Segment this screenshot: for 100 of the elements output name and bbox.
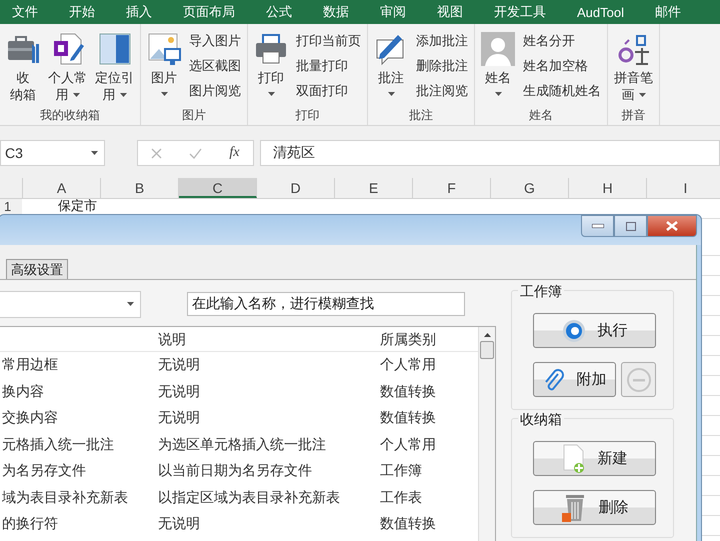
search-field[interactable]: 在此输入名称，进行模糊查找 bbox=[187, 292, 465, 316]
menu-tab[interactable]: 邮件 bbox=[654, 3, 681, 21]
caret-icon bbox=[91, 151, 98, 155]
table-cell-text: 保定市 bbox=[57, 199, 98, 215]
ribbon-button[interactable]: 收 纳箱 bbox=[6, 30, 40, 108]
column-header[interactable]: D bbox=[257, 178, 335, 198]
menu-tab[interactable]: 开发工具 bbox=[494, 3, 546, 21]
table-cell[interactable]: 工作簿 bbox=[374, 462, 422, 480]
insert-function-button[interactable]: fx bbox=[229, 145, 240, 161]
table-cell[interactable]: 以指定区域为表目录补充新表 bbox=[152, 488, 374, 507]
picture-icon bbox=[147, 32, 181, 66]
column-header[interactable]: F bbox=[413, 178, 491, 198]
formula-field[interactable]: 清苑区 bbox=[260, 140, 720, 166]
person-icon bbox=[481, 32, 515, 66]
action-button[interactable]: 删除 bbox=[533, 490, 656, 525]
table-cell[interactable]: 以当前日期为名另存文件 bbox=[152, 462, 374, 480]
ribbon-button[interactable]: 定位引 用 bbox=[95, 30, 134, 108]
printer-icon bbox=[254, 32, 288, 66]
maximize-icon bbox=[626, 222, 636, 230]
minimize-icon bbox=[592, 224, 604, 228]
action-button[interactable]: 执行 bbox=[533, 313, 656, 348]
column-header[interactable]: 所属类别 bbox=[374, 327, 436, 351]
ribbon-command[interactable]: 姓名加空格 bbox=[523, 57, 601, 75]
menu-tab[interactable]: 审阅 bbox=[380, 3, 406, 21]
table-cell[interactable]: 域为表目录补充新表 bbox=[0, 488, 152, 507]
ribbon-command[interactable]: 批量打印 bbox=[296, 57, 361, 75]
column-header[interactable]: 说明 bbox=[152, 327, 374, 351]
menu-tab[interactable]: AudTool bbox=[577, 4, 624, 20]
table-cell[interactable]: 数值转换 bbox=[374, 515, 436, 534]
table-cell[interactable]: 为选区单元格插入统一批注 bbox=[152, 436, 374, 454]
table-cell[interactable]: 无说明 bbox=[152, 382, 374, 401]
ribbon-button[interactable]: 个人常 用 bbox=[48, 30, 87, 108]
ribbon-group-label: 拼音 bbox=[620, 107, 646, 124]
ribbon-button[interactable]: 批注 bbox=[374, 30, 408, 108]
ribbon-command[interactable]: 图片阅览 bbox=[189, 82, 241, 100]
scroll-up-icon[interactable] bbox=[484, 333, 490, 337]
ribbon-command[interactable]: 删除批注 bbox=[416, 57, 468, 75]
action-button[interactable]: 附加 bbox=[533, 362, 616, 397]
table-cell[interactable]: 数值转换 bbox=[374, 409, 436, 428]
ribbon-button[interactable]: 打印 bbox=[254, 30, 288, 108]
pinyin-icon bbox=[616, 32, 650, 66]
menu-tab[interactable]: 数据 bbox=[323, 3, 349, 21]
table-cell[interactable]: 为名另存文件 bbox=[0, 462, 152, 480]
group-title: 收纳箱 bbox=[518, 411, 564, 429]
table-cell[interactable]: 数值转换 bbox=[374, 382, 436, 401]
caret-icon bbox=[494, 92, 502, 96]
name-box[interactable]: C3 bbox=[0, 140, 105, 166]
ribbon-command[interactable]: 选区截图 bbox=[189, 57, 241, 75]
ribbon-group-label: 我的收纳箱 bbox=[39, 107, 101, 124]
column-header[interactable]: H bbox=[569, 178, 647, 198]
table-cell[interactable]: 个人常用 bbox=[374, 436, 436, 454]
column-header[interactable]: G bbox=[491, 178, 569, 198]
table-cell[interactable]: 元格插入统一批注 bbox=[0, 436, 152, 454]
table-cell[interactable]: 的换行符 bbox=[0, 515, 152, 534]
menu-tab[interactable]: 页面布局 bbox=[183, 3, 235, 21]
ribbon-command[interactable]: 导入图片 bbox=[189, 32, 241, 50]
table-cell[interactable]: 换内容 bbox=[0, 382, 152, 401]
menu-tab[interactable]: 视图 bbox=[437, 3, 463, 21]
ribbon-button[interactable]: 图片 bbox=[147, 30, 181, 108]
paperclip-icon bbox=[542, 368, 564, 392]
ribbon-button[interactable]: 拼音笔 画 bbox=[614, 30, 653, 108]
column-header[interactable]: C bbox=[179, 178, 257, 198]
menu-tab[interactable]: 文件 bbox=[12, 3, 38, 21]
new-file-icon bbox=[562, 444, 586, 474]
column-header[interactable]: A bbox=[23, 178, 101, 198]
ribbon-group-label: 图片 bbox=[181, 107, 207, 124]
trash-icon bbox=[560, 492, 586, 522]
ribbon-button[interactable]: 姓名 bbox=[481, 30, 515, 108]
ribbon-command[interactable]: 添加批注 bbox=[416, 32, 468, 50]
ribbon-command[interactable]: 批注阅览 bbox=[416, 82, 468, 100]
action-button[interactable]: 新建 bbox=[533, 441, 656, 476]
caret-icon bbox=[120, 92, 126, 96]
table-cell[interactable]: 无说明 bbox=[152, 515, 374, 534]
menu-tab[interactable]: 开始 bbox=[69, 3, 95, 21]
close-button[interactable] bbox=[647, 215, 697, 237]
table-cell[interactable]: 个人常用 bbox=[374, 356, 436, 374]
menu-tab[interactable]: 插入 bbox=[126, 3, 152, 21]
ribbon-command[interactable]: 打印当前页 bbox=[296, 32, 361, 50]
table-cell[interactable]: 无说明 bbox=[152, 409, 374, 428]
category-dropdown[interactable] bbox=[0, 290, 141, 318]
table-cell[interactable]: 交换内容 bbox=[0, 409, 152, 428]
dialog-tab[interactable]: 高级设置 bbox=[6, 259, 68, 279]
caret-icon bbox=[388, 92, 394, 96]
ribbon-command[interactable]: 姓名分开 bbox=[523, 32, 601, 50]
table-cell[interactable]: 无说明 bbox=[152, 356, 374, 374]
column-header[interactable]: E bbox=[335, 178, 413, 198]
table-cell[interactable]: 工作表 bbox=[374, 488, 422, 507]
menu-tab[interactable]: 公式 bbox=[266, 3, 292, 21]
ribbon-group-label: 批注 bbox=[408, 107, 434, 124]
ribbon-command[interactable]: 双面打印 bbox=[296, 82, 361, 100]
maximize-button[interactable] bbox=[614, 215, 647, 237]
scrollbar[interactable] bbox=[478, 327, 495, 541]
minimize-button[interactable] bbox=[581, 215, 614, 237]
table-cell[interactable]: 常用边框 bbox=[0, 356, 152, 374]
scrollbar-thumb[interactable] bbox=[480, 341, 494, 359]
caret-icon bbox=[72, 92, 80, 96]
ribbon-command[interactable]: 生成随机姓名 bbox=[523, 82, 601, 100]
check-icon[interactable] bbox=[189, 148, 202, 158]
column-header[interactable]: I bbox=[647, 178, 720, 198]
cancel-icon[interactable] bbox=[151, 148, 162, 158]
